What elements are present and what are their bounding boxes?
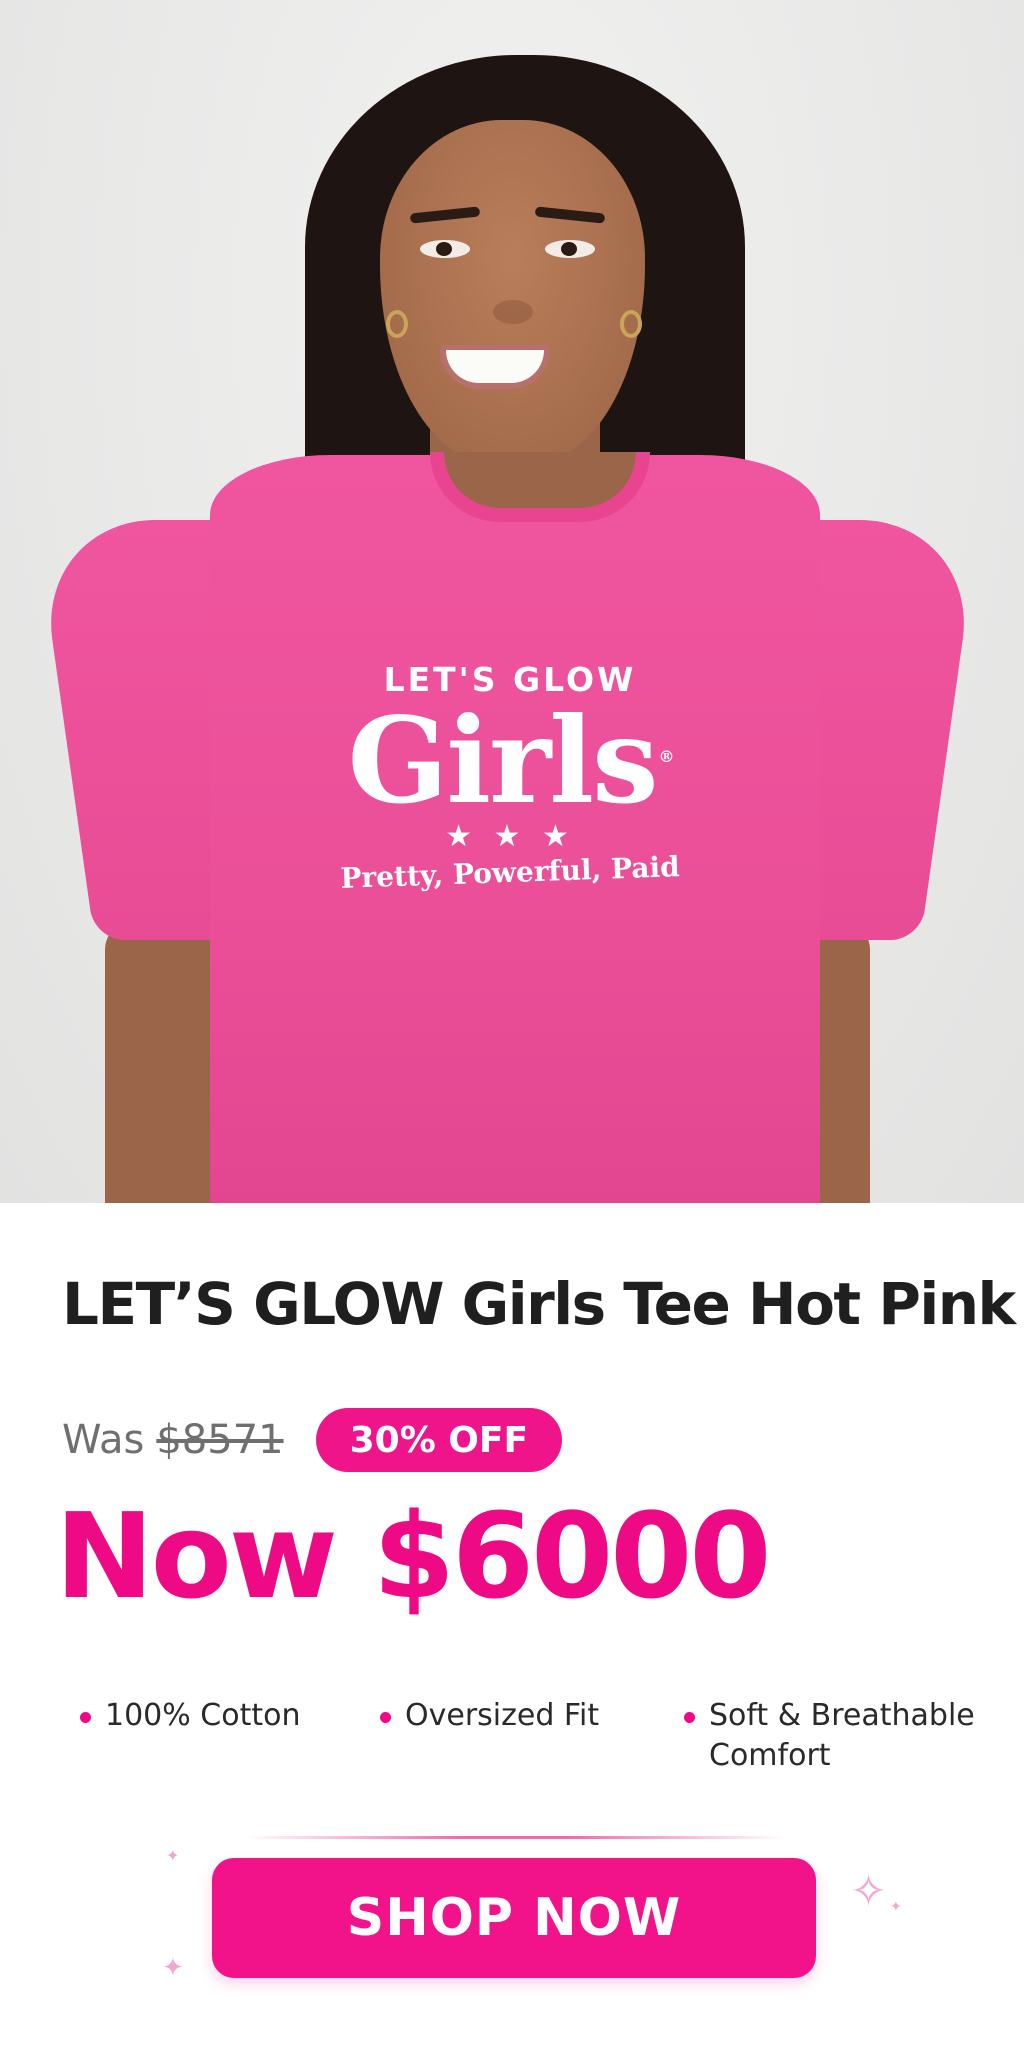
pink-tee: LET'S GLOW Girls ® ★ ★ ★ Pretty, Powerful… (0, 0, 1024, 1203)
shop-now-button[interactable]: SHOP NOW (212, 1858, 816, 1978)
original-price: $8571 (156, 1417, 284, 1463)
sparkle-icon: ✧ (850, 1866, 887, 1917)
tee-print-graphic: LET'S GLOW Girls ® ★ ★ ★ Pretty, Powerful… (300, 660, 720, 895)
sparkle-icon: ✦ (162, 1953, 184, 1983)
feature-text: Oversized Fit (405, 1698, 600, 1733)
sparkle-icon: ✦ (166, 1846, 180, 1865)
feature-list: 100% Cotton Oversized Fit Soft & Breatha… (80, 1696, 1000, 1786)
feature-text: 100% Cotton (105, 1698, 301, 1733)
registered-mark: ® (658, 746, 675, 766)
product-page: LET'S GLOW Girls ® ★ ★ ★ Pretty, Powerful… (0, 0, 1024, 2048)
divider (245, 1836, 785, 1839)
sparkle-icon: ✦ (890, 1899, 902, 1915)
dot-icon (80, 1712, 91, 1723)
product-photo[interactable]: LET'S GLOW Girls ® ★ ★ ★ Pretty, Powerful… (0, 0, 1024, 1203)
print-main-word: Girls (347, 691, 658, 830)
feature-item: Soft & Breathable Comfort (684, 1696, 1004, 1776)
dot-icon (380, 1712, 391, 1723)
sale-price: Now $6000 (55, 1487, 771, 1625)
print-main-text: Girls ® (300, 699, 720, 823)
feature-text: Soft & Breathable Comfort (709, 1698, 975, 1773)
was-label: Was (62, 1417, 145, 1463)
dot-icon (684, 1712, 695, 1723)
discount-badge: 30% OFF (315, 1408, 563, 1472)
feature-item: Oversized Fit (380, 1696, 599, 1736)
product-title: LET’S GLOW Girls Tee Hot Pink (62, 1270, 1016, 1338)
original-price-row: Was $8571 30% OFF (62, 1407, 563, 1473)
feature-item: 100% Cotton (80, 1696, 301, 1736)
